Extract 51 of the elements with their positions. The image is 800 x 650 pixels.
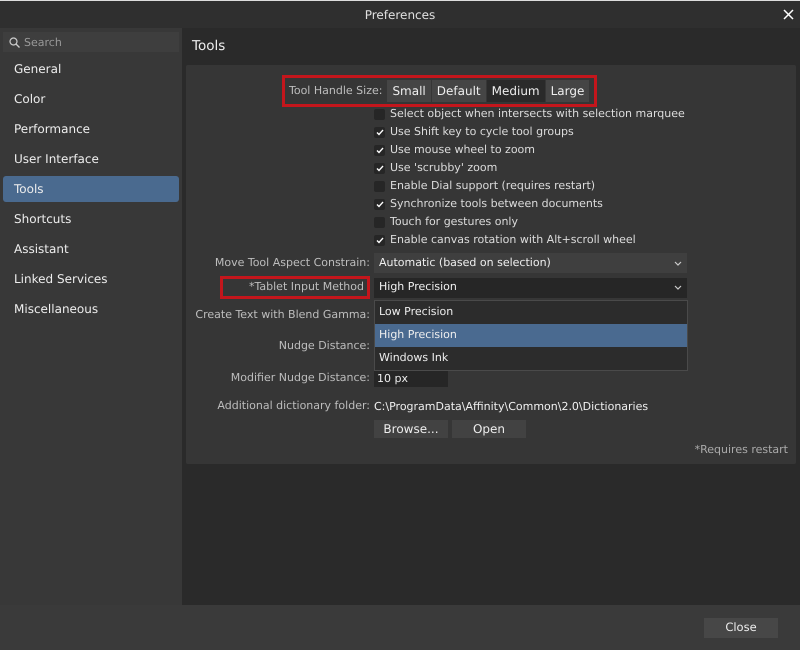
field-label: *Tablet Input Method <box>220 276 370 299</box>
size-option-button[interactable]: Small <box>387 80 431 102</box>
checkbox-label: Use Shift key to cycle tool groups <box>390 124 574 140</box>
dialog-button[interactable]: Browse... <box>374 420 448 438</box>
checkbox[interactable] <box>374 108 385 120</box>
size-option-button[interactable]: Default <box>432 80 486 102</box>
sidebar-item[interactable]: Shortcuts <box>3 206 179 232</box>
dropdown[interactable]: Automatic (based on selection) <box>374 253 687 274</box>
checkbox-label: Enable canvas rotation with Alt+scroll wheel <box>390 232 636 248</box>
size-option-button[interactable]: Medium <box>486 80 545 102</box>
sidebar-item[interactable]: Tools <box>3 176 179 202</box>
caret-icon <box>674 260 682 266</box>
search-field[interactable]: Search <box>3 32 179 52</box>
checkbox[interactable] <box>374 162 385 174</box>
page-title: Tools <box>191 37 226 56</box>
dropdown-option[interactable]: High Precision <box>375 324 687 346</box>
checkbox-label: Synchronize tools between documents <box>390 196 603 212</box>
sidebar-item[interactable]: General <box>3 56 179 82</box>
sidebar-item[interactable]: Performance <box>3 116 179 142</box>
sidebar-item[interactable]: Color <box>3 86 179 112</box>
checkbox-label: Select object when intersects with selection marquee <box>390 106 685 122</box>
close-icon[interactable] <box>783 9 794 20</box>
checkbox-label: Enable Dial support (requires restart) <box>390 178 596 194</box>
search-icon <box>9 37 20 48</box>
sidebar-item[interactable]: Assistant <box>3 236 179 262</box>
footnote: *Requires restart <box>694 442 788 458</box>
checkbox-label: Use mouse wheel to zoom <box>390 142 536 158</box>
checkbox[interactable] <box>374 144 385 156</box>
dropdown-option[interactable]: Windows Ink <box>375 346 687 370</box>
checkbox[interactable] <box>374 234 385 246</box>
checkbox[interactable] <box>374 126 385 138</box>
field-label: Modifier Nudge Distance: <box>230 370 370 386</box>
dialog-button[interactable]: Open <box>452 420 526 438</box>
size-option-button[interactable]: Large <box>546 80 590 102</box>
close-button[interactable]: Close <box>704 618 778 638</box>
caret-icon <box>674 285 682 290</box>
window-title: Preferences <box>364 6 436 24</box>
field-label: Create Text with Blend Gamma: <box>195 306 370 322</box>
field-label: Move Tool Aspect Constrain: <box>214 255 370 271</box>
checkbox-label: Touch for gestures only <box>390 214 518 230</box>
field-label: Additional dictionary folder: <box>217 398 370 414</box>
field-label: Tool Handle Size: <box>289 83 382 99</box>
field-label: Nudge Distance: <box>278 338 370 354</box>
checkbox[interactable] <box>374 198 385 210</box>
sidebar-item[interactable]: Linked Services <box>3 266 179 292</box>
dropdown[interactable]: High Precision <box>374 278 687 298</box>
sidebar-item[interactable]: Miscellaneous <box>3 296 179 322</box>
sidebar-item[interactable]: User Interface <box>3 146 179 172</box>
folder-path: C:\ProgramData\Affinity\Common\2.0\Dictionaries <box>374 400 648 413</box>
dropdown-option[interactable]: Low Precision <box>375 300 687 324</box>
checkbox-label: Use 'scrubby' zoom <box>390 160 498 176</box>
